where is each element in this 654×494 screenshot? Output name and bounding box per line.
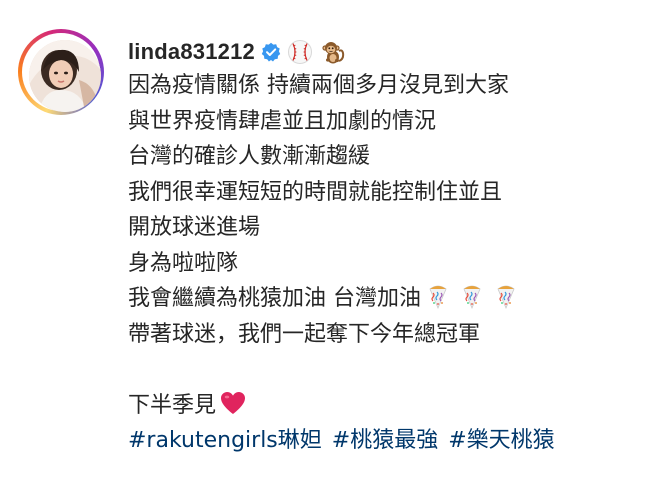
instagram-post-caption: linda831212 因為疫情關係 持續兩個多月沒見到大家 與世界疫情肆虐並且…	[0, 0, 654, 494]
caption-line-2: 與世界疫情肆虐並且加劇的情況	[128, 108, 437, 134]
caption-line-6: 身為啦啦隊	[128, 250, 239, 276]
verified-badge-icon	[261, 42, 281, 62]
caption-line-1: 因為疫情關係 持續兩個多月沒見到大家	[128, 73, 509, 98]
caption-line-3: 台灣的確診人數漸漸趨緩	[128, 144, 371, 169]
party-popper-icon	[457, 281, 487, 311]
caption-line-10-row: 下半季見	[128, 388, 638, 424]
caption-line-10: 下半季見	[128, 392, 217, 418]
caption-content: linda831212 因為疫情關係 持續兩個多月沒見到大家 與世界疫情肆虐並且…	[128, 36, 638, 459]
hashtag-link[interactable]: #桃猿最強	[332, 428, 438, 453]
caption-line-7: 我會繼續為桃猿加油 台灣加油	[128, 286, 421, 311]
profile-avatar[interactable]	[18, 29, 104, 115]
caption-line-5: 開放球迷進場	[128, 215, 261, 240]
post-header: linda831212	[128, 36, 638, 68]
baseball-icon	[287, 39, 313, 65]
caption-line-7-row: 我會繼續為桃猿加油 台灣加油	[128, 281, 638, 317]
hashtag-row: #rakutengirls琳妲 #桃猿最強 #樂天桃猿	[128, 423, 638, 459]
hashtag-link[interactable]: #rakutengirls琳妲	[128, 428, 322, 453]
party-popper-icon	[491, 281, 521, 311]
caption-line-4: 我們很幸運短短的時間就能控制住並且	[128, 179, 503, 205]
red-heart-icon	[218, 388, 248, 418]
hashtag-link[interactable]: #樂天桃猿	[448, 428, 554, 453]
caption-line-8: 帶著球迷，我們一起奪下今年總冠軍	[128, 321, 481, 347]
party-popper-icon	[423, 281, 453, 311]
monkey-icon	[319, 39, 345, 65]
avatar-photo	[29, 40, 101, 112]
username-link[interactable]: linda831212	[128, 39, 255, 65]
